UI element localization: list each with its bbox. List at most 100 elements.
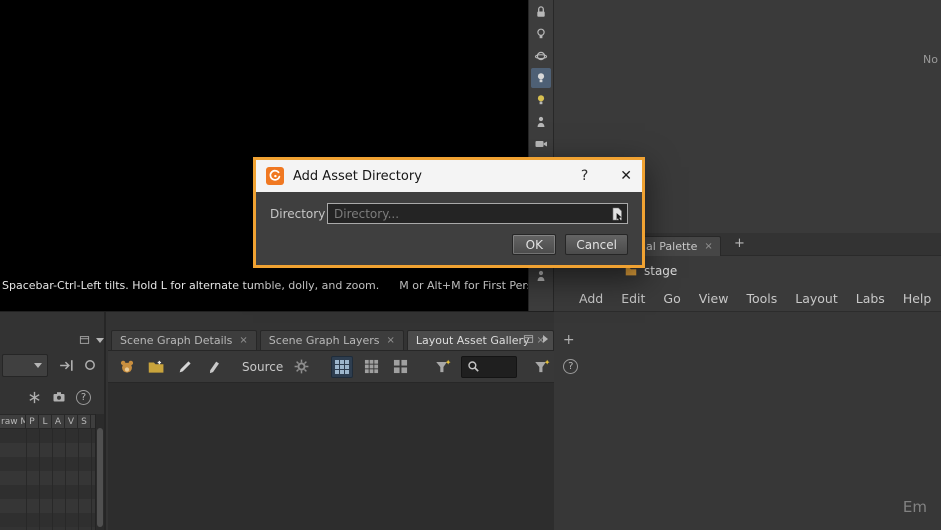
gallery-content-area[interactable] [108,383,554,530]
table-row[interactable] [0,499,97,513]
houdini-window: Spacebar-Ctrl-Left tilts. Hold L for alt… [0,0,941,530]
bulb-selected-icon[interactable] [531,68,551,88]
gear-icon[interactable] [290,356,312,378]
chevron-down-icon[interactable] [96,337,104,343]
gallery-toolbar-right: ? [531,356,579,378]
column-divider [26,429,27,530]
table-row[interactable] [0,471,97,485]
menu-labs[interactable]: Labs [847,291,894,306]
add-tab-button[interactable]: + [557,332,581,350]
cancel-button[interactable]: Cancel [565,234,628,255]
grid-view-medium-icon[interactable] [360,356,382,378]
pen-icon[interactable] [203,356,225,378]
ok-button[interactable]: OK [512,234,557,255]
scene-graph-column: ? raw M P L A V S [0,312,106,530]
asterisk-icon[interactable] [27,390,42,405]
directory-field-label: Directory [270,206,326,221]
menu-tools[interactable]: Tools [737,291,786,306]
dialog-body: Directory OK Cancel [256,192,642,265]
table-row[interactable] [0,513,97,527]
pencil-icon[interactable] [174,356,196,378]
snapshot-camera-icon[interactable] [51,389,67,405]
bulb-icon[interactable] [531,24,551,44]
tab-scene-graph-details[interactable]: Scene Graph Details × [111,330,257,350]
scrollbar[interactable] [95,414,104,530]
menu-layout[interactable]: Layout [786,291,847,306]
file-chooser-icon[interactable] [611,207,624,221]
display-mode-dropdown[interactable] [2,354,48,377]
bulb-on-icon[interactable] [531,90,551,110]
close-icon[interactable]: × [704,241,712,252]
scrollbar-thumb[interactable] [97,428,103,527]
table-row[interactable] [0,485,97,499]
menu-help[interactable]: Help [894,291,941,306]
chevron-down-icon [34,363,42,368]
empty-state-text: Em [902,498,927,516]
directory-input[interactable] [327,203,628,224]
filter-funnel-star-icon[interactable] [432,356,454,378]
tab-label: Scene Graph Details [120,334,233,347]
column-divider [65,429,66,530]
close-icon[interactable]: × [239,335,247,346]
pane-icon[interactable] [78,334,91,346]
folder-add-icon[interactable] [145,356,167,378]
menu-view[interactable]: View [690,291,738,306]
search-icon [466,359,481,374]
menu-edit[interactable]: Edit [612,291,654,306]
column-divider [39,429,40,530]
truncated-top-text: No [923,53,938,66]
grid-view-large-icon[interactable] [331,355,354,378]
menu-add[interactable]: Add [570,291,612,306]
bottom-panel: ? raw M P L A V S Scene Graph Details × … [0,311,579,530]
help-icon[interactable]: ? [563,359,579,374]
table-row[interactable] [0,443,97,457]
add-tab-button[interactable]: + [730,236,749,251]
pane-tab-bar: Scene Graph Details × Scene Graph Layers… [108,329,575,351]
scene-graph-toolbar: ? [27,389,91,405]
column-divider [78,429,79,530]
lock-icon[interactable] [531,2,551,22]
gallery-pane: Scene Graph Details × Scene Graph Layers… [108,312,579,530]
link-circle-icon[interactable] [82,357,98,373]
stage-content-area: Em [554,312,941,530]
table-row[interactable] [0,457,97,471]
column-header[interactable]: L [39,415,52,428]
filter-funnel-star-icon[interactable] [531,356,553,378]
dialog-title: Add Asset Directory [293,168,422,184]
table-row[interactable] [0,429,97,443]
houdini-logo-icon [266,167,284,185]
status-hint-right: M or Alt+M for First Person [399,279,547,292]
stage-menu-bar: Add Edit Go View Tools Layout Labs Help [554,285,941,312]
palette-tab-label: al Palette [646,240,698,253]
help-icon[interactable]: ? [76,389,91,405]
directory-input-field[interactable] [330,206,611,221]
column-header[interactable]: A [52,415,65,428]
tab-label: Scene Graph Layers [268,334,380,347]
dialog-close-button[interactable]: ✕ [620,168,632,184]
person-icon[interactable] [531,112,551,132]
list-view-icon[interactable] [389,356,411,378]
column-header[interactable]: S [78,415,91,428]
column-header[interactable]: V [65,415,78,428]
tab-scene-graph-layers[interactable]: Scene Graph Layers × [259,330,404,350]
add-asset-directory-dialog: Add Asset Directory ? ✕ Directory OK Can… [253,157,645,268]
tab-material-palette[interactable]: al Palette × [638,236,721,256]
person-icon[interactable] [531,266,551,286]
dialog-help-button[interactable]: ? [581,168,588,184]
search-input[interactable] [461,355,518,378]
chevron-right-icon[interactable] [543,335,548,343]
gallery-toolbar: Source ? [108,351,579,383]
stage-label[interactable]: stage [644,264,677,278]
tab-label: Layout Asset Gallery [415,334,530,347]
menu-go[interactable]: Go [654,291,689,306]
sphere-icon[interactable] [531,46,551,66]
camera-icon[interactable] [531,134,551,154]
close-icon[interactable]: × [386,335,394,346]
column-header[interactable]: P [26,415,39,428]
column-divider [52,429,53,530]
column-header[interactable]: raw M [0,415,26,428]
pane-icon[interactable] [522,333,535,345]
dialog-title-bar[interactable]: Add Asset Directory ? ✕ [256,160,642,192]
teddy-bear-icon[interactable] [116,356,138,378]
pin-selection-icon[interactable] [58,357,75,374]
